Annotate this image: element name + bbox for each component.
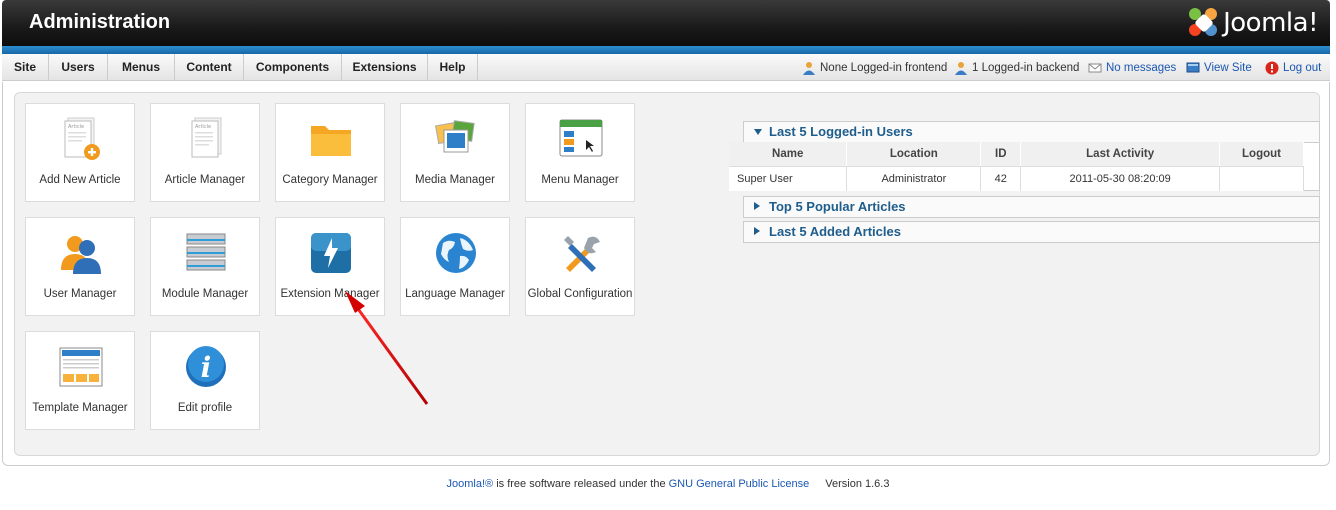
module-title: Top 5 Popular Articles — [769, 199, 906, 214]
quickicon-label: Menu Manager — [541, 174, 619, 186]
globe-icon — [436, 233, 476, 273]
extension-icon — [311, 233, 351, 273]
quickicon-label: Edit profile — [177, 402, 233, 414]
svg-text:Article: Article — [195, 124, 211, 130]
quickicon-user-manager[interactable]: User Manager — [25, 217, 135, 316]
mail-icon — [1088, 63, 1102, 73]
footer-text: is free software released under the — [493, 478, 669, 490]
expand-arrow-icon — [754, 202, 760, 210]
column-header: Location — [846, 142, 982, 167]
quickicon-label: User Manager — [43, 288, 117, 300]
quickicon-media-manager[interactable]: Media Manager — [400, 103, 510, 202]
menu-extensions[interactable]: Extensions — [342, 54, 428, 81]
quickicon-add-article[interactable]: Article Add New Article — [25, 103, 135, 202]
added-articles-toggle[interactable]: Last 5 Added Articles — [743, 221, 1320, 243]
main-menu: Site Users Menus Content Components Exte… — [2, 54, 1330, 81]
view-site-text[interactable]: View Site — [1204, 62, 1252, 74]
header-bar: Administration Joomla! — [2, 0, 1330, 46]
column-header: Name — [729, 142, 848, 167]
quickicon-category-manager[interactable]: Category Manager — [275, 103, 385, 202]
svg-text:Article: Article — [68, 124, 84, 130]
column-header: Logout — [1219, 142, 1304, 167]
menu-content[interactable]: Content — [175, 54, 244, 81]
quickicon-label: Language Manager — [405, 288, 505, 300]
expand-arrow-icon — [754, 227, 760, 235]
menu-menus[interactable]: Menus — [108, 54, 175, 81]
version-text: Version 1.6.3 — [825, 478, 890, 490]
quickicon-label: Add New Article — [39, 174, 121, 186]
main-panel: Article Add New Article Article Article … — [2, 82, 1330, 466]
footer: Joomla!® is free software released under… — [0, 478, 1336, 490]
logout-link[interactable]: Log out — [1265, 60, 1321, 76]
template-icon — [59, 347, 103, 387]
view-site-link[interactable]: View Site — [1186, 60, 1252, 76]
quickicon-label: Media Manager — [415, 174, 495, 186]
messages-text[interactable]: No messages — [1106, 62, 1176, 74]
quickicon-edit-profile[interactable]: i Edit profile — [150, 331, 260, 430]
logout-text[interactable]: Log out — [1283, 62, 1321, 74]
module-icon — [186, 233, 226, 271]
column-header: ID — [980, 142, 1022, 167]
quickicon-label: Category Manager — [282, 174, 378, 186]
joomla-logo-icon — [1189, 8, 1219, 38]
page-title: Administration — [29, 11, 171, 33]
folder-icon — [311, 126, 351, 156]
quickicon-label: Template Manager — [32, 402, 128, 414]
collapse-arrow-icon — [754, 129, 762, 135]
quickicon-menu-manager[interactable]: Menu Manager — [525, 103, 635, 202]
monitor-icon — [1186, 62, 1200, 73]
add-article-icon: Article — [64, 117, 100, 160]
quickicon-global-configuration[interactable]: Global Configuration — [525, 217, 635, 316]
user-icon — [955, 62, 967, 75]
user-last-activity: 2011-05-30 08:20:09 — [1020, 166, 1221, 191]
quickicon-module-manager[interactable]: Module Manager — [150, 217, 260, 316]
joomla-link[interactable]: Joomla!® — [447, 478, 494, 490]
frontend-status: None Logged-in frontend — [802, 60, 947, 76]
article-icon: Article — [191, 117, 222, 158]
user-location: Administrator — [846, 166, 982, 191]
user-logout[interactable] — [1219, 166, 1304, 191]
quickicon-label: Global Configuration — [527, 288, 633, 300]
menu-components[interactable]: Components — [244, 54, 342, 81]
joomla-logo[interactable]: Joomla! — [1189, 6, 1318, 40]
logged-in-users-table: Name Location ID Last Activity Logout Su… — [729, 142, 1304, 191]
logged-in-users-toggle[interactable]: Last 5 Logged-in Users — [743, 121, 1320, 143]
backend-status-text: 1 Logged-in backend — [972, 62, 1080, 74]
header-accent-bar — [2, 46, 1330, 54]
quickicon-article-manager[interactable]: Article Article Manager — [150, 103, 260, 202]
svg-text:i: i — [201, 351, 212, 384]
users-icon — [61, 236, 101, 274]
user-name-link[interactable]: Super User — [729, 166, 848, 191]
popular-articles-toggle[interactable]: Top 5 Popular Articles — [743, 196, 1320, 218]
logout-icon — [1265, 61, 1279, 75]
license-link[interactable]: GNU General Public License — [669, 478, 810, 490]
menu-users[interactable]: Users — [49, 54, 108, 81]
module-title: Last 5 Logged-in Users — [769, 124, 913, 139]
backend-status: 1 Logged-in backend — [954, 60, 1079, 76]
menu-icon — [559, 119, 603, 157]
menu-site[interactable]: Site — [2, 54, 49, 81]
column-header: Last Activity — [1020, 142, 1221, 167]
menu-help[interactable]: Help — [428, 54, 478, 81]
tools-icon — [564, 236, 600, 272]
table-row: Super User Administrator 42 2011-05-30 0… — [729, 166, 1304, 191]
module-title: Last 5 Added Articles — [769, 224, 901, 239]
info-icon: i — [186, 346, 226, 387]
messages-link[interactable]: No messages — [1088, 60, 1176, 76]
quickicon-extension-manager[interactable]: Extension Manager — [275, 217, 385, 316]
quickicon-template-manager[interactable]: Template Manager — [25, 331, 135, 430]
media-icon — [435, 120, 475, 153]
user-icon — [803, 62, 815, 75]
quickicon-label: Article Manager — [164, 174, 246, 186]
quickicon-language-manager[interactable]: Language Manager — [400, 217, 510, 316]
quickicon-label: Module Manager — [161, 288, 249, 300]
joomla-logo-text: Joomla! — [1223, 8, 1318, 38]
quickicon-label: Extension Manager — [280, 288, 380, 300]
frontend-status-text: None Logged-in frontend — [820, 62, 948, 74]
user-id: 42 — [980, 166, 1022, 191]
